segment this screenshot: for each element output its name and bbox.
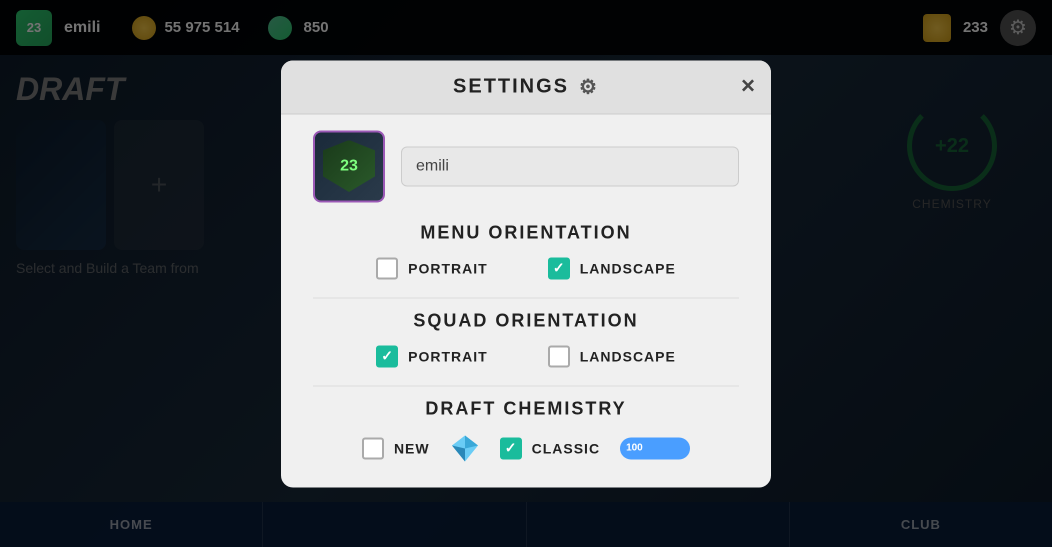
draft-new-label: NEW [394, 440, 430, 456]
divider-1 [313, 297, 739, 298]
modal-header: SETTINGS ⚙ × [281, 60, 771, 114]
squad-portrait-label: PORTRAIT [408, 348, 488, 364]
menu-portrait-checkbox[interactable] [376, 257, 398, 279]
username-field[interactable] [401, 146, 739, 186]
draft-classic-option[interactable]: CLASSIC [500, 437, 600, 459]
squad-landscape-label: LANDSCAPE [580, 348, 676, 364]
diamond-icon [450, 433, 480, 463]
draft-chemistry-slider[interactable]: 100 [620, 437, 690, 459]
menu-landscape-checkbox[interactable] [548, 257, 570, 279]
squad-portrait-option[interactable]: PORTRAIT [376, 345, 488, 367]
menu-landscape-option[interactable]: LANDSCAPE [548, 257, 676, 279]
slider-value-label: 100 [626, 443, 643, 454]
draft-classic-checkbox[interactable] [500, 437, 522, 459]
menu-portrait-label: PORTRAIT [408, 260, 488, 276]
avatar-shield: 23 [323, 140, 375, 192]
squad-landscape-option[interactable]: LANDSCAPE [548, 345, 676, 367]
menu-portrait-option[interactable]: PORTRAIT [376, 257, 488, 279]
squad-landscape-checkbox[interactable] [548, 345, 570, 367]
draft-chemistry-title: DRAFT CHEMISTRY [313, 398, 739, 419]
menu-orientation-options: PORTRAIT LANDSCAPE [313, 257, 739, 279]
modal-gear-icon: ⚙ [579, 74, 599, 99]
profile-row: 23 [313, 130, 739, 202]
squad-orientation-options: PORTRAIT LANDSCAPE [313, 345, 739, 367]
draft-classic-label: CLASSIC [532, 440, 600, 456]
avatar[interactable]: 23 [313, 130, 385, 202]
draft-new-option[interactable]: NEW [362, 437, 430, 459]
close-button[interactable]: × [741, 75, 755, 99]
divider-2 [313, 385, 739, 386]
draft-new-checkbox[interactable] [362, 437, 384, 459]
settings-modal: SETTINGS ⚙ × 23 MENU ORIENTATION PORTRAI… [281, 60, 771, 487]
menu-orientation-title: MENU ORIENTATION [313, 222, 739, 243]
menu-landscape-label: LANDSCAPE [580, 260, 676, 276]
modal-body: 23 MENU ORIENTATION PORTRAIT LANDSCAPE S… [281, 114, 771, 463]
draft-chemistry-options: NEW CLASSIC 100 [313, 433, 739, 463]
squad-orientation-title: SQUAD ORIENTATION [313, 310, 739, 331]
squad-portrait-checkbox[interactable] [376, 345, 398, 367]
modal-title: SETTINGS ⚙ [453, 74, 599, 99]
